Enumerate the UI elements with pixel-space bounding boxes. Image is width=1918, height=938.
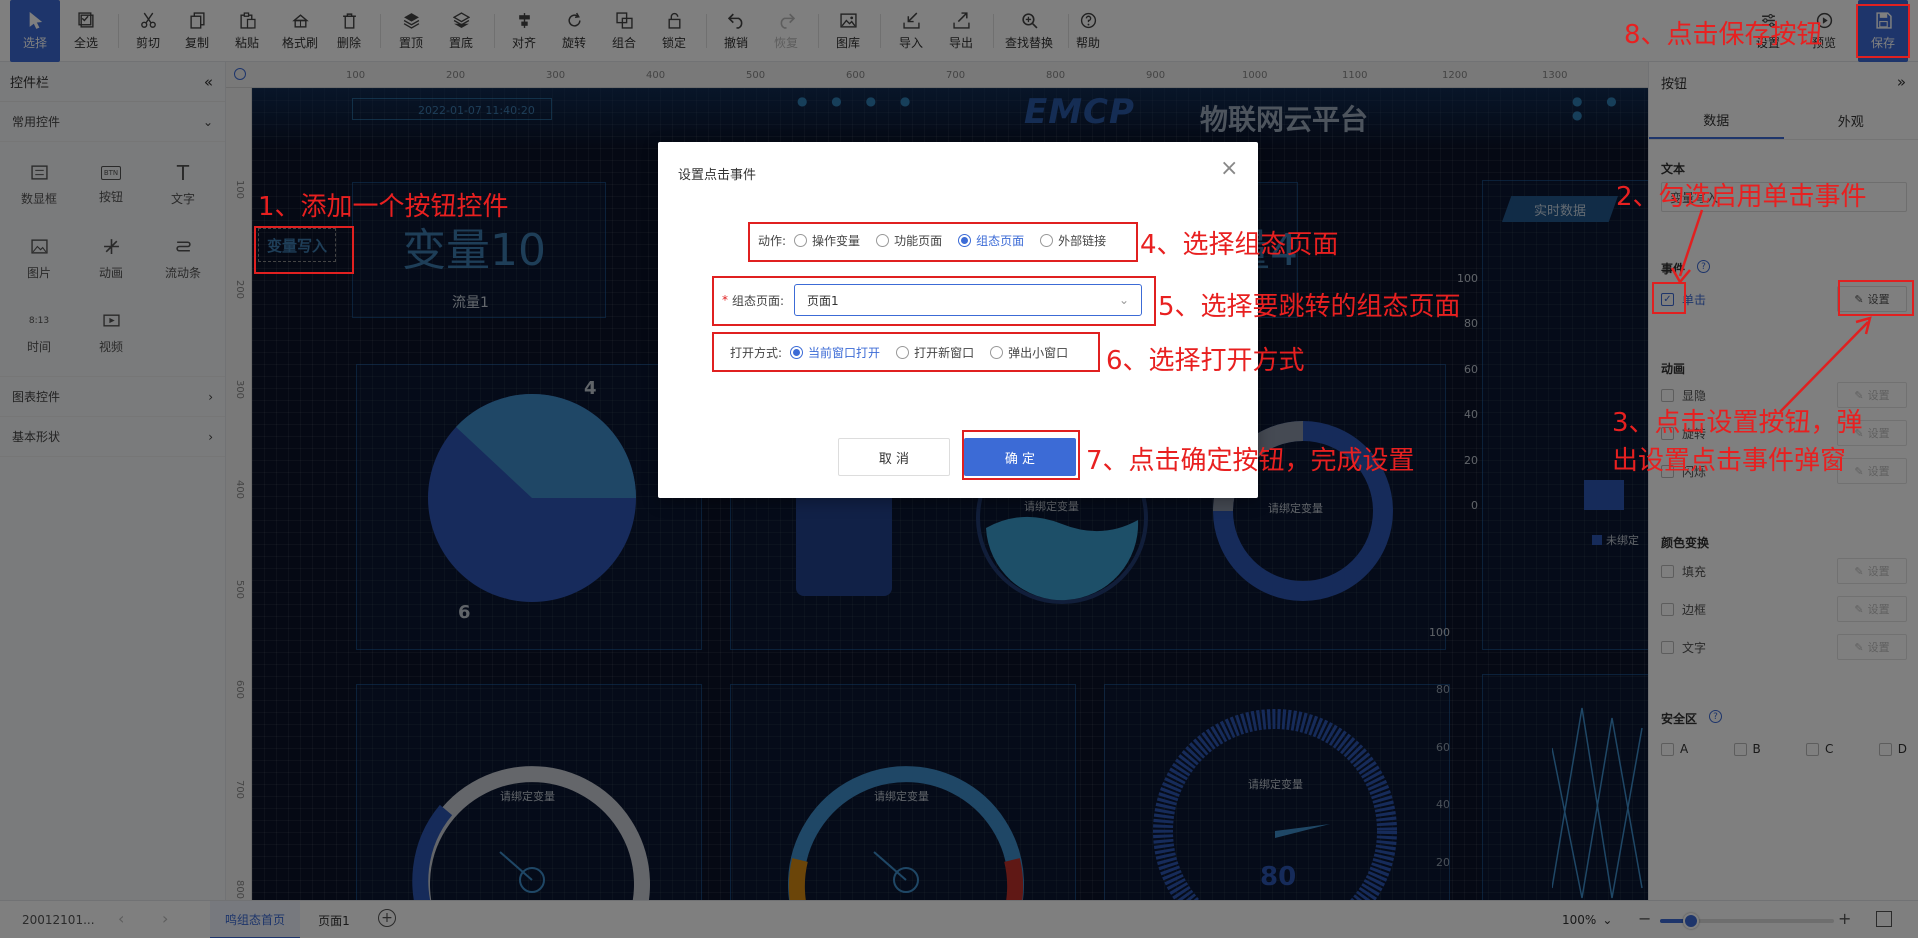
annotation-step-2: 2、勾选启用单击事件 bbox=[1616, 182, 1867, 212]
annotation-step-4: 4、选择组态页面 bbox=[1140, 230, 1339, 260]
annotation-step-1: 1、添加一个按钮控件 bbox=[258, 192, 509, 222]
annotation-step-8: 8、点击保存按钮 bbox=[1624, 20, 1823, 50]
annotation-step-3b: 出设置点击事件弹窗 bbox=[1612, 446, 1847, 476]
annotation-step-3a: 3、点击设置按钮，弹 bbox=[1612, 408, 1863, 438]
annotation-step-7: 7、点击确定按钮，完成设置 bbox=[1086, 446, 1415, 476]
annotation-step-5: 5、选择要跳转的组态页面 bbox=[1158, 292, 1461, 322]
annotation-step-6: 6、选择打开方式 bbox=[1106, 346, 1305, 376]
